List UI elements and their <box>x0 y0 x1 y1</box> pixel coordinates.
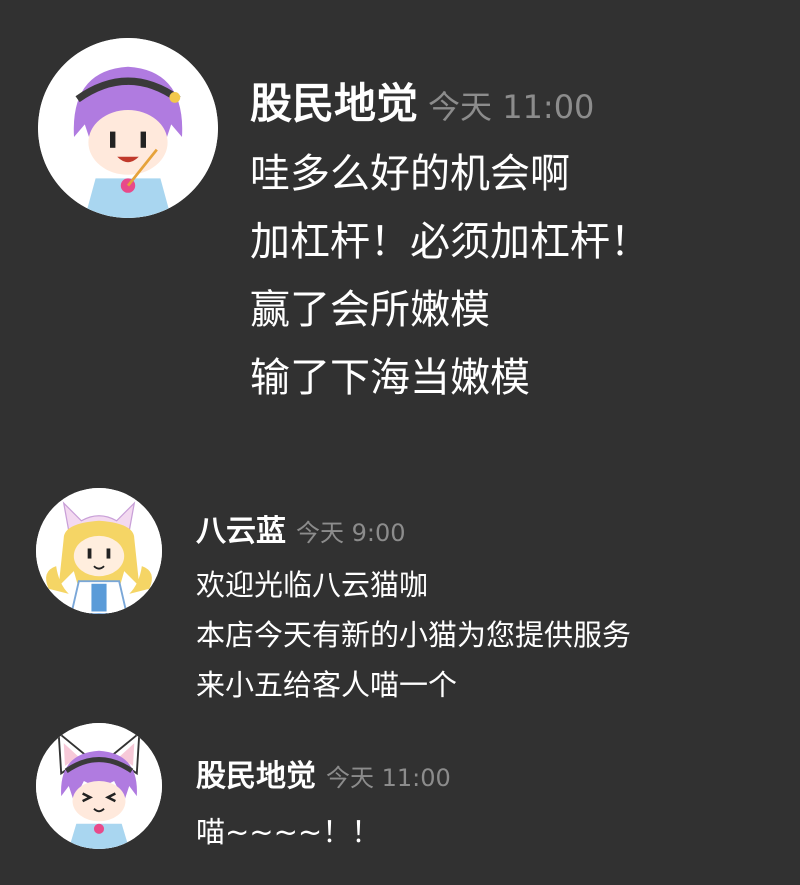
chat-message: 股民地觉 今天 11:00 喵~~~~！！ <box>0 715 800 885</box>
message-line: 加杠杆！必须加杠杆！ <box>250 219 650 265</box>
purple-hair-character-avatar-icon[interactable] <box>38 38 218 218</box>
message-line: 赢了会所嫩模 <box>250 287 490 333</box>
message-timestamp: 今天 11:00 <box>326 764 451 792</box>
message-timestamp: 今天 11:00 <box>428 88 595 126</box>
chat-message: 八云蓝 今天 9:00 欢迎光临八云猫咖 本店今天有新的小猫为您提供服务 来小五给… <box>0 470 800 720</box>
purple-hair-cat-ears-avatar-icon[interactable] <box>36 723 162 849</box>
message-body: 哇多么好的机会啊 加杠杆！必须加杠杆！ 赢了会所嫩模 输了下海当嫩模 <box>250 140 650 412</box>
message-line: 本店今天有新的小猫为您提供服务 <box>196 618 632 652</box>
message-timestamp: 今天 9:00 <box>296 519 406 547</box>
blonde-fox-character-avatar-icon[interactable] <box>36 488 162 614</box>
message-line: 输了下海当嫩模 <box>250 355 530 401</box>
sender-name[interactable]: 八云蓝 <box>196 514 286 549</box>
message-line: 来小五给客人喵一个 <box>196 668 458 702</box>
message-line: 哇多么好的机会啊 <box>250 151 570 197</box>
message-line: 欢迎光临八云猫咖 <box>196 568 429 602</box>
message-line: 喵~~~~！！ <box>196 815 381 849</box>
sender-name[interactable]: 股民地觉 <box>250 79 418 128</box>
chat-message: 股民地觉 今天 11:00 哇多么好的机会啊 加杠杆！必须加杠杆！ 赢了会所嫩模 … <box>0 0 800 440</box>
message-body: 欢迎光临八云猫咖 本店今天有新的小猫为您提供服务 来小五给客人喵一个 <box>196 560 631 710</box>
message-header: 股民地觉 今天 11:00 <box>196 751 451 795</box>
sender-name[interactable]: 股民地觉 <box>196 759 316 794</box>
message-body: 喵~~~~！！ <box>196 807 380 857</box>
message-header: 八云蓝 今天 9:00 <box>196 506 406 550</box>
message-header: 股民地觉 今天 11:00 <box>250 70 594 131</box>
chat-log: 股民地觉 今天 11:00 哇多么好的机会啊 加杠杆！必须加杠杆！ 赢了会所嫩模 … <box>0 0 800 885</box>
